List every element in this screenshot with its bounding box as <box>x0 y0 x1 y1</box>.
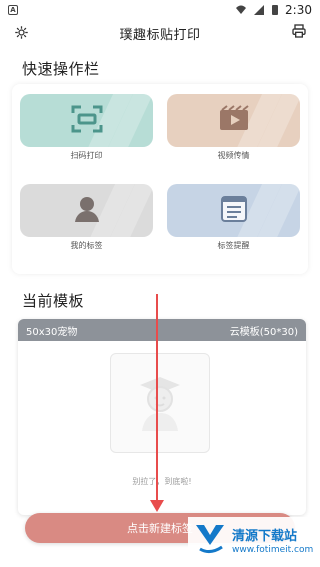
watermark: 清源下载站 www.fotimeit.com <box>188 517 316 563</box>
battery-icon <box>272 5 279 15</box>
gear-icon <box>14 25 28 39</box>
template-header: 50x30宠物 云模板(50*30) <box>18 319 306 341</box>
status-right: 2:30 <box>235 3 312 17</box>
tile-label-video: 视频传情 <box>217 151 250 160</box>
user-icon <box>71 194 103 228</box>
tile-label-scan-print: 扫码打印 <box>70 151 103 160</box>
graduate-avatar-icon <box>140 377 180 431</box>
annotation-arrow-icon <box>150 500 164 512</box>
tile-label-my-labels: 我的标签 <box>70 241 103 250</box>
app-header: 璞趣标贴打印 <box>0 20 320 46</box>
watermark-title: 清源下载站 <box>232 529 298 544</box>
printer-button[interactable] <box>290 22 308 40</box>
cloud-template-info: 云模板(50*30) <box>229 326 298 338</box>
tile-label-reminder[interactable] <box>167 184 300 237</box>
video-icon <box>217 104 251 137</box>
page-title: 璞趣标贴打印 <box>119 27 201 43</box>
status-left: A <box>8 5 18 15</box>
status-bar: A 2:30 <box>0 0 320 20</box>
tile-scan-print[interactable] <box>20 94 153 147</box>
empty-hint: 别拉了，到底啦! <box>132 477 192 486</box>
status-time: 2:30 <box>285 3 312 17</box>
scan-print-icon <box>71 105 103 137</box>
current-template-card[interactable]: 50x30宠物 云模板(50*30) 别拉了，到底啦! <box>18 319 306 515</box>
tile-my-labels[interactable] <box>20 184 153 237</box>
annotation-line <box>156 294 158 504</box>
template-preview <box>110 353 210 453</box>
wifi-icon <box>236 5 247 14</box>
tile-video[interactable] <box>167 94 300 147</box>
watermark-logo-icon <box>196 525 224 554</box>
watermark-url: www.fotimeit.com <box>232 545 314 555</box>
printer-icon <box>292 24 306 38</box>
template-label-size: 50x30宠物 <box>26 326 78 338</box>
quick-action-panel: 扫码打印 视频传情 我的标签 标签提醒 <box>12 84 308 274</box>
signal-icon <box>254 5 265 15</box>
list-icon <box>218 193 250 229</box>
quick-section-title: 快速操作栏 <box>22 60 100 78</box>
template-section-title: 当前模板 <box>22 292 85 310</box>
app-notification-icon: A <box>8 5 18 15</box>
tile-label-reminder-label: 标签提醒 <box>217 241 250 250</box>
settings-button[interactable] <box>12 23 30 41</box>
